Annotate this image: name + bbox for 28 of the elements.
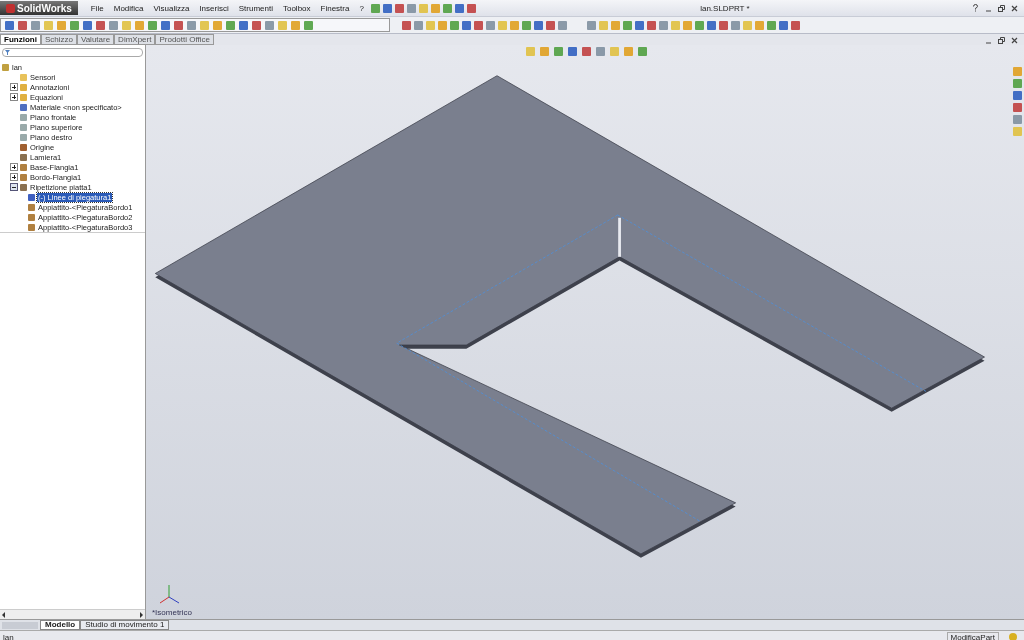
- close-icon[interactable]: [1011, 37, 1018, 44]
- status-mode: ModificaPart: [946, 631, 999, 640]
- expand-icon[interactable]: [10, 83, 18, 91]
- view-name: *Isometrico: [152, 608, 192, 617]
- status-text: lan: [3, 632, 14, 640]
- collapse-icon[interactable]: [10, 183, 18, 191]
- horizontal-scrollbar[interactable]: [0, 609, 145, 619]
- help-icon[interactable]: [972, 4, 979, 12]
- menu-item[interactable]: Visualizza: [148, 3, 195, 13]
- restore-icon[interactable]: [998, 37, 1005, 44]
- menu-item[interactable]: Modifica: [108, 3, 149, 13]
- expand-icon[interactable]: [10, 173, 18, 181]
- window-title: lan.SLDPRT *: [699, 3, 751, 13]
- restore-icon[interactable]: [998, 4, 1005, 12]
- rebuild-icon[interactable]: [1009, 633, 1017, 640]
- menu-item[interactable]: File: [85, 3, 109, 13]
- close-icon[interactable]: [1011, 4, 1018, 12]
- menu-item[interactable]: Inserisci: [194, 3, 234, 13]
- expand-icon[interactable]: [10, 163, 18, 171]
- expand-icon[interactable]: [10, 93, 18, 101]
- app-logo: SolidWorks: [0, 1, 78, 15]
- axis-triad-icon: [158, 583, 180, 605]
- menu-item[interactable]: Finestra: [315, 3, 355, 13]
- filter-field[interactable]: [2, 48, 143, 57]
- menu-item[interactable]: Strumenti: [233, 3, 278, 13]
- menu-item[interactable]: ?: [354, 3, 369, 13]
- part-icon: [2, 63, 9, 71]
- menu-item[interactable]: Toolbox: [277, 3, 316, 13]
